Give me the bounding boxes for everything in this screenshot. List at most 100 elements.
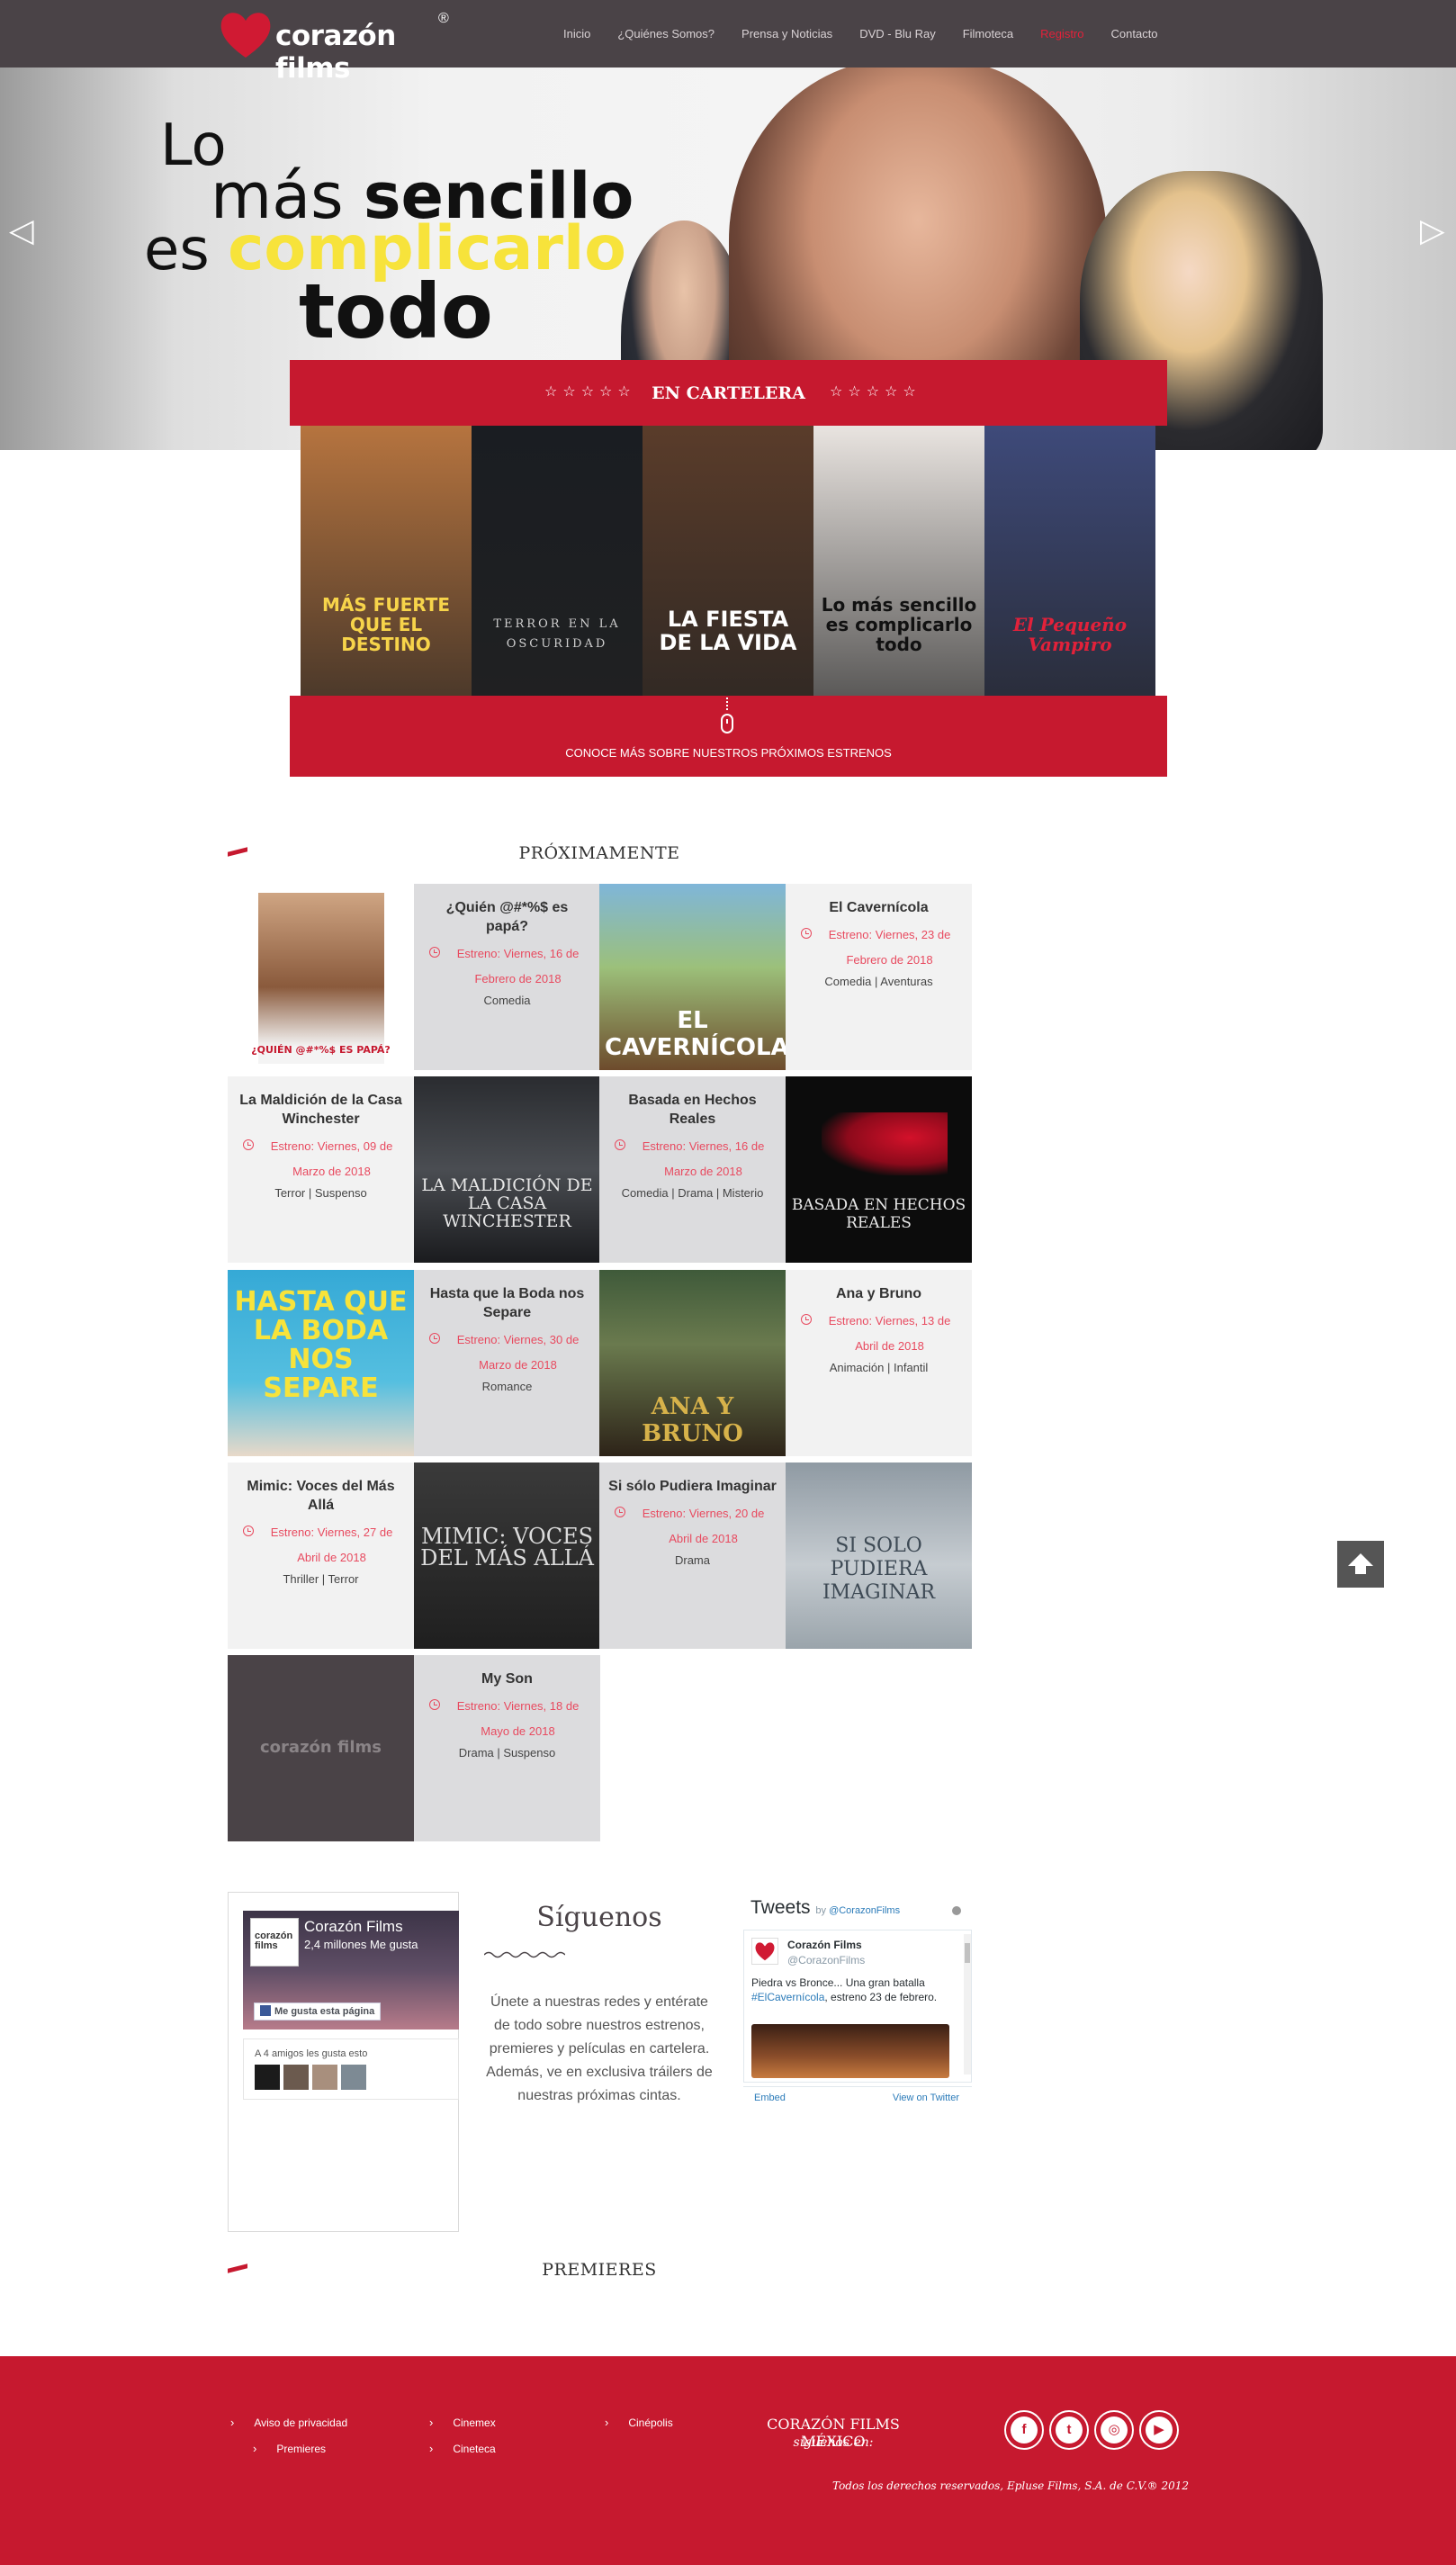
movie-info-card[interactable]: Ana y Bruno Estreno: Viernes, 13 de Abri… xyxy=(786,1270,972,1456)
twitter-icon[interactable]: t xyxy=(1049,2410,1089,2450)
movie-genre: Comedia | Aventuras xyxy=(824,975,933,988)
release-row: Estreno: Viernes, 30 de Marzo de 2018 xyxy=(423,1328,591,1378)
nav-filmoteca[interactable]: Filmoteca xyxy=(963,27,1013,40)
heart-logo-icon xyxy=(220,13,271,58)
clock-icon xyxy=(428,1699,440,1710)
mouse-scroll-icon xyxy=(721,714,733,734)
facebook-like-count: 2,4 millones Me gusta xyxy=(304,1938,418,1951)
hashtag-link[interactable]: #ElCavernícola xyxy=(751,1991,824,2003)
movie-poster[interactable]: ANA Y BRUNO xyxy=(599,1270,786,1456)
avatar[interactable] xyxy=(341,2065,366,2090)
nav-dvd-bluray[interactable]: DVD - Blu Ray xyxy=(859,27,936,40)
footer-link-cinepolis[interactable]: Cinépolis xyxy=(605,2416,672,2429)
facebook-icon[interactable]: f xyxy=(1004,2410,1044,2450)
movie-title: My Son xyxy=(481,1671,533,1687)
facebook-like-button[interactable]: Me gusta esta página xyxy=(254,2002,382,2020)
tweet-text: Piedra vs Bronce... Una gran batalla #El… xyxy=(751,1976,938,2003)
poster-title: MÁS FUERTE QUE EL DESTINO xyxy=(321,594,451,655)
footer-link-privacy[interactable]: Aviso de privacidad xyxy=(230,2416,347,2429)
movie-info-card[interactable]: My Son Estreno: Viernes, 18 de Mayo de 2… xyxy=(414,1655,600,1841)
movie-title: Mimic: Voces del Más Allá xyxy=(247,1479,395,1513)
footer-link-cineteca[interactable]: Cineteca xyxy=(429,2442,495,2455)
movie-info-card[interactable]: La Maldición de la Casa Winchester Estre… xyxy=(228,1076,414,1263)
tweet[interactable]: Corazón Films @CorazonFilms Piedra vs Br… xyxy=(743,1930,972,2083)
nav-quienes-somos[interactable]: ¿Quiénes Somos? xyxy=(617,27,715,40)
movie-genre: Romance xyxy=(481,1380,533,1393)
premieres-header: PREMIERES xyxy=(228,2255,971,2282)
movie-info-card[interactable]: ¿Quién @#*%$ es papá? Estreno: Viernes, … xyxy=(414,884,600,1070)
movie-title: Ana y Bruno xyxy=(835,1286,922,1301)
stars-right-icon: ☆☆☆☆☆ xyxy=(830,384,921,400)
avatar[interactable] xyxy=(255,2065,280,2090)
movie-genre: Comedia | Drama | Misterio xyxy=(621,1186,764,1200)
movie-poster[interactable]: MIMIC: VOCES DEL MÁS ALLÁ xyxy=(414,1462,600,1649)
movie-info-card[interactable]: Mimic: Voces del Más Allá Estreno: Viern… xyxy=(228,1462,414,1649)
more-premieres-link[interactable]: CONOCE MÁS SOBRE NUESTROS PRÓXIMOS ESTRE… xyxy=(290,746,1167,760)
poster-text: MIMIC: VOCES DEL MÁS ALLÁ xyxy=(420,1524,594,1570)
release-date: Estreno: Viernes, 09 de Marzo de 2018 xyxy=(270,1139,393,1178)
movie-poster[interactable]: ¿QUIÉN @#*%$ ES PAPÁ? xyxy=(228,884,414,1070)
proximamente-title: PRÓXIMAMENTE xyxy=(518,843,680,863)
clock-icon xyxy=(614,1507,625,1517)
movie-info-card[interactable]: El Cavernícola Estreno: Viernes, 23 de F… xyxy=(786,884,972,1070)
twitter-handle-link[interactable]: @CorazonFilms xyxy=(829,1905,900,1916)
cartelera-poster[interactable]: LA FIESTA DE LA VIDA xyxy=(643,426,813,696)
tweet-scrollbar[interactable] xyxy=(964,1934,971,2074)
poster-title: LA FIESTA DE LA VIDA xyxy=(659,607,797,655)
avatar[interactable] xyxy=(283,2065,309,2090)
poster-art xyxy=(822,1112,948,1175)
release-row: Estreno: Viernes, 23 de Febrero de 2018 xyxy=(795,922,963,973)
poster-text: LA MALDICIÓN DE LA CASA WINCHESTER xyxy=(421,1175,593,1231)
instagram-icon[interactable]: ◎ xyxy=(1094,2410,1134,2450)
nav-registro[interactable]: Registro xyxy=(1040,27,1083,40)
footer: Aviso de privacidad Premieres Cinemex Ci… xyxy=(0,2356,1456,2565)
movie-poster[interactable]: corazón films xyxy=(228,1655,414,1841)
slider-prev-arrow-icon[interactable]: ◁ xyxy=(9,212,34,249)
release-row: Estreno: Viernes, 16 de Febrero de 2018 xyxy=(423,941,591,992)
movie-poster[interactable]: BASADA EN HECHOS REALES xyxy=(786,1076,972,1263)
poster-text: corazón films xyxy=(260,1738,382,1757)
tweet-image[interactable] xyxy=(751,2024,949,2078)
poster-title: El Pequeño Vampiro xyxy=(1012,614,1128,655)
cartelera-poster[interactable]: MÁS FUERTE QUE EL DESTINO xyxy=(301,426,472,696)
footer-link-cinemex[interactable]: Cinemex xyxy=(429,2416,495,2429)
embed-link[interactable]: Embed xyxy=(754,2092,786,2103)
brand-name: corazón films xyxy=(275,20,396,85)
avatar[interactable] xyxy=(312,2065,337,2090)
movie-poster[interactable]: SI SOLO PUDIERA IMAGINAR xyxy=(786,1462,972,1649)
poster-text: ¿QUIÉN @#*%$ ES PAPÁ? xyxy=(251,1044,391,1056)
nav-prensa-noticias[interactable]: Prensa y Noticias xyxy=(741,27,832,40)
footer-link-premieres[interactable]: Premieres xyxy=(253,2442,326,2455)
clock-icon xyxy=(428,1333,440,1344)
movie-poster[interactable]: HASTA QUE LA BODA NOS SEPARE xyxy=(228,1270,414,1456)
cartelera-more-banner[interactable]: CONOCE MÁS SOBRE NUESTROS PRÓXIMOS ESTRE… xyxy=(290,696,1167,777)
tweet-handle[interactable]: @CorazonFilms xyxy=(787,1954,865,1966)
brand-logo[interactable]: corazón films ® xyxy=(218,7,461,85)
facebook-page-name[interactable]: Corazón Films xyxy=(304,1918,403,1936)
avatar[interactable] xyxy=(751,1938,778,1965)
release-date: Estreno: Viernes, 27 de Abril de 2018 xyxy=(270,1526,393,1564)
cartelera-poster[interactable]: Lo más sencillo es complicarlo todo xyxy=(813,426,984,696)
youtube-icon[interactable]: ▶ xyxy=(1139,2410,1179,2450)
movie-info-card[interactable]: Si sólo Pudiera Imaginar Estreno: Vierne… xyxy=(599,1462,786,1649)
movie-info-card[interactable]: Basada en Hechos Reales Estreno: Viernes… xyxy=(599,1076,786,1263)
release-date: Estreno: Viernes, 16 de Marzo de 2018 xyxy=(642,1139,765,1178)
cartelera-poster[interactable]: El Pequeño Vampiro xyxy=(984,426,1155,696)
movie-poster[interactable]: LA MALDICIÓN DE LA CASA WINCHESTER xyxy=(414,1076,600,1263)
movie-poster[interactable]: EL CAVERNÍCOLA xyxy=(599,884,786,1070)
movie-genre: Comedia xyxy=(483,994,531,1007)
cartelera-poster[interactable]: TERROR EN LA OSCURIDAD xyxy=(472,426,643,696)
view-on-twitter-link[interactable]: View on Twitter xyxy=(893,2092,959,2103)
release-row: Estreno: Viernes, 27 de Abril de 2018 xyxy=(237,1520,405,1570)
premieres-title: PREMIERES xyxy=(542,2260,657,2280)
release-date: Estreno: Viernes, 13 de Abril de 2018 xyxy=(828,1314,951,1353)
nav-contacto[interactable]: Contacto xyxy=(1111,27,1158,40)
movie-info-card[interactable]: Hasta que la Boda nos Separe Estreno: Vi… xyxy=(414,1270,600,1456)
proximamente-header: PRÓXIMAMENTE xyxy=(228,839,971,866)
nav-inicio[interactable]: Inicio xyxy=(563,27,590,40)
info-icon[interactable] xyxy=(952,1906,961,1915)
facebook-cover[interactable]: corazón films Corazón Films 2,4 millones… xyxy=(243,1911,459,2030)
back-to-top-button[interactable] xyxy=(1337,1541,1384,1588)
tweet-user[interactable]: Corazón Films xyxy=(787,1939,862,1951)
slider-next-arrow-icon[interactable]: ▷ xyxy=(1420,212,1445,249)
